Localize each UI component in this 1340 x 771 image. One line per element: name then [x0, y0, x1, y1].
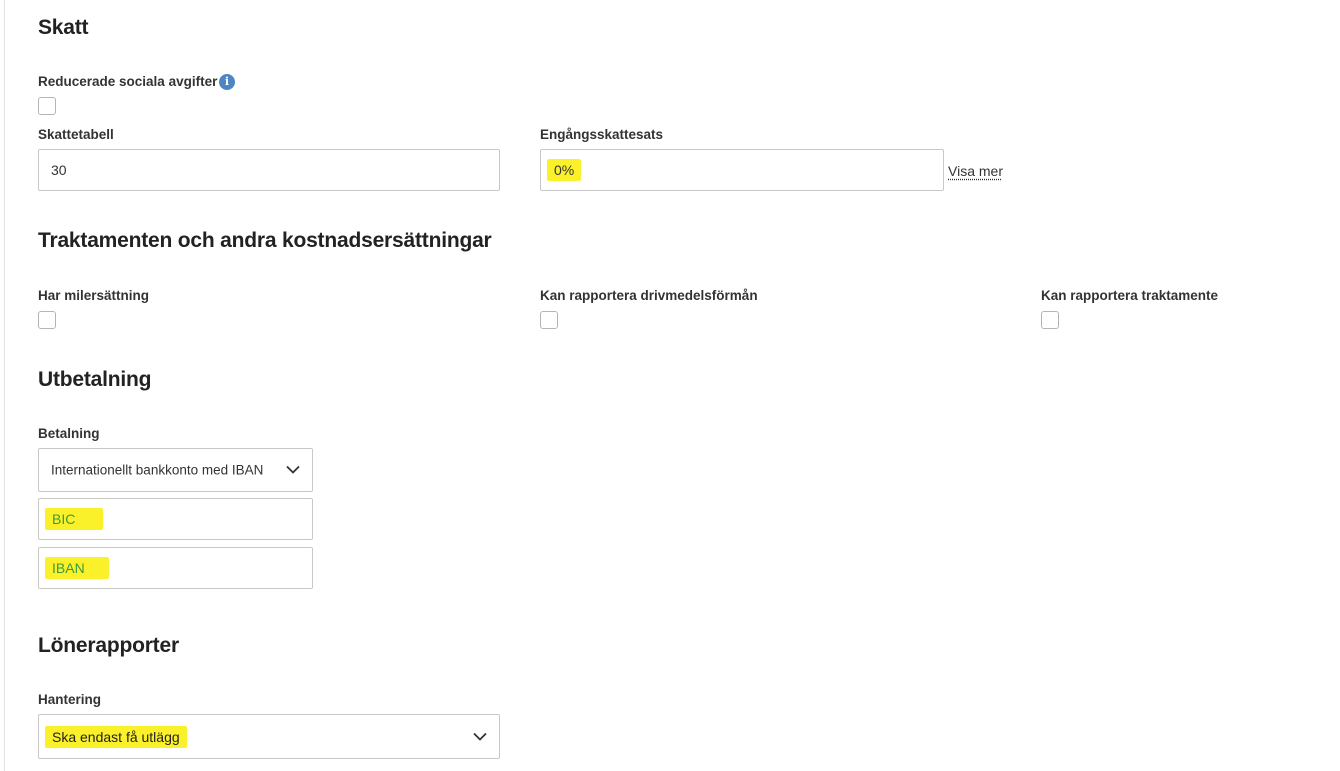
handling-label: Hantering: [38, 692, 102, 707]
mileage-label: Har milersättning: [38, 288, 150, 303]
payment-label: Betalning: [38, 426, 100, 441]
per-diem-label: Kan rapportera traktamente: [1041, 288, 1219, 303]
section-title-payout: Utbetalning: [38, 368, 152, 391]
info-icon[interactable]: i: [219, 74, 235, 90]
iban-placeholder: IBAN: [45, 557, 109, 579]
iban-input[interactable]: IBAN: [38, 547, 313, 589]
reduced-social-fees-label: Reducerade sociala avgifter: [38, 74, 218, 89]
one-time-tax-input[interactable]: 0%: [540, 149, 944, 191]
chevron-down-icon: [473, 732, 487, 741]
bic-placeholder: BIC: [45, 508, 104, 530]
section-title-salary-reports: Lönerapporter: [38, 634, 179, 657]
show-more-link[interactable]: Visa mer: [948, 163, 1003, 179]
tax-table-value: 30: [51, 162, 67, 178]
one-time-tax-value: 0%: [547, 159, 582, 181]
left-border: [4, 0, 5, 771]
handling-select[interactable]: Ska endast få utlägg: [38, 714, 500, 759]
one-time-tax-label: Engångsskattesats: [540, 127, 664, 142]
tax-table-label: Skattetabell: [38, 127, 114, 142]
mileage-checkbox[interactable]: [38, 311, 56, 329]
reduced-social-fees-checkbox[interactable]: [38, 97, 56, 115]
per-diem-checkbox[interactable]: [1041, 311, 1059, 329]
fuel-benefit-label: Kan rapportera drivmedelsförmån: [540, 288, 758, 303]
bic-input[interactable]: BIC: [38, 498, 313, 540]
chevron-down-icon: [286, 465, 300, 474]
fuel-benefit-checkbox[interactable]: [540, 311, 558, 329]
tax-table-input[interactable]: 30: [38, 149, 500, 191]
payment-select[interactable]: Internationellt bankkonto med IBAN: [38, 448, 313, 492]
handling-select-value: Ska endast få utlägg: [45, 725, 187, 748]
section-title-skatt: Skatt: [38, 16, 89, 39]
payment-select-value: Internationellt bankkonto med IBAN: [51, 462, 264, 478]
section-title-allowances: Traktamenten och andra kostnadsersättnin…: [38, 229, 492, 252]
